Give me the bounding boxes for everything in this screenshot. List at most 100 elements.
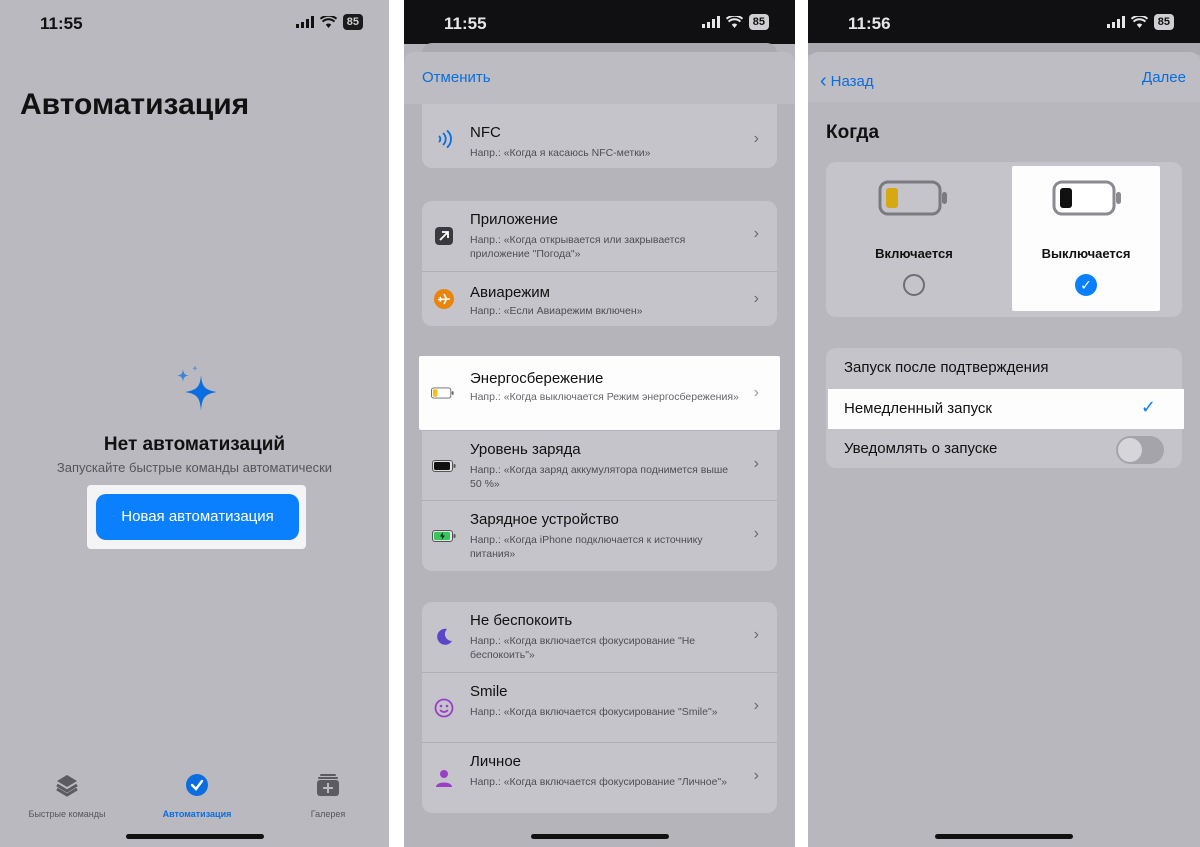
trigger-row-dnd[interactable]: Не беспокоить Напр.: «Когда включается ф… [422, 602, 777, 672]
option-label: Включается [875, 246, 953, 261]
signal-icon [701, 16, 720, 28]
trigger-title: NFC [470, 124, 501, 141]
status-bar: 11:55 85 [404, 0, 795, 44]
radio-unchecked[interactable] [903, 274, 925, 296]
trigger-title: Smile [470, 683, 508, 700]
chevron-left-icon: ‹ [820, 70, 827, 92]
tab-label: Автоматизация [162, 809, 232, 819]
chevron-right-icon: › [753, 455, 759, 472]
status-icons: 85 [295, 14, 363, 30]
radio-checked-icon[interactable]: ✓ [1075, 274, 1097, 296]
trigger-subtitle: Напр.: «Когда открывается или закрываетс… [470, 234, 686, 260]
home-indicator [530, 834, 669, 839]
chevron-right-icon: › [753, 384, 759, 401]
trigger-subtitle: Напр.: «Когда включается фокусирование "… [470, 706, 718, 718]
back-button[interactable]: ‹ Назад [820, 69, 874, 92]
airplane-icon [432, 288, 456, 310]
trigger-group-nfc: NFC Напр.: «Когда я касаюсь NFC-метки» › [422, 104, 777, 168]
trigger-subtitle: Напр.: «Если Авиарежим включен» [470, 305, 643, 317]
trigger-subtitle: Напр.: «Когда включается фокусирование "… [470, 635, 696, 661]
trigger-title: Не беспокоить [470, 612, 573, 629]
section-title: Когда [826, 122, 880, 143]
trigger-subtitle: Напр.: «Когда заряд аккумулятора подниме… [470, 464, 729, 490]
battery-level-icon [432, 455, 456, 477]
run-immediately-row[interactable]: Немедленный запуск ✓ [828, 389, 1184, 429]
nav-bar: ‹ Назад Далее [808, 52, 1200, 102]
wifi-icon [319, 16, 337, 28]
tab-label: Быстрые команды [28, 809, 106, 819]
charging-battery-icon [432, 525, 456, 547]
chevron-right-icon: › [753, 130, 759, 147]
back-label: Назад [830, 73, 874, 90]
trigger-row-app[interactable]: Приложение Напр.: «Когда открывается или… [422, 201, 777, 271]
chevron-right-icon: › [753, 525, 759, 542]
option-turns-off[interactable]: Выключается ✓ [1012, 166, 1160, 311]
chevron-right-icon: › [753, 626, 759, 643]
gallery-icon [317, 774, 339, 796]
battery-indicator: 85 [342, 14, 363, 30]
low-power-battery-icon [431, 382, 455, 404]
status-icons: 85 [701, 14, 769, 30]
trigger-row-personal[interactable]: Личное Напр.: «Когда включается фокусиро… [422, 742, 777, 812]
sheet-header: Отменить [404, 52, 795, 104]
chevron-right-icon: › [753, 767, 759, 784]
wifi-icon [1130, 16, 1148, 28]
power-state-selector: Включается Выключается ✓ [826, 162, 1182, 317]
trigger-row-charger[interactable]: Зарядное устройство Напр.: «Когда iPhone… [422, 500, 777, 570]
empty-state-subtitle: Запускайте быстрые команды автоматически [56, 460, 333, 475]
trigger-row-battery-level[interactable]: Уровень заряда Напр.: «Когда заряд аккум… [422, 430, 777, 500]
moon-icon [432, 626, 456, 648]
trigger-title: Авиарежим [470, 284, 550, 301]
run-after-confirm-row[interactable]: Запуск после подтверждения [826, 348, 1182, 388]
tab-automation[interactable]: Автоматизация [152, 772, 242, 819]
trigger-title: Уровень заряда [470, 441, 581, 458]
signal-icon [295, 16, 314, 28]
notify-toggle[interactable] [1116, 436, 1164, 464]
phone-automation-empty: 11:55 85 Автоматизация Нет автоматизаций… [0, 0, 389, 847]
page-title: Автоматизация [20, 88, 250, 121]
nfc-icon [432, 128, 456, 150]
home-indicator [935, 834, 1073, 839]
new-automation-button[interactable]: Новая автоматизация [96, 494, 299, 540]
chevron-right-icon: › [753, 290, 759, 307]
trigger-row-low-power[interactable]: Энергосбережение Напр.: «Когда выключает… [419, 356, 780, 430]
notify-row: Уведомлять о запуске [826, 429, 1182, 469]
sparkles-icon [177, 365, 217, 411]
setting-label: Уведомлять о запуске [844, 440, 998, 457]
status-bar: 11:56 85 [808, 0, 1200, 44]
status-bar: 11:55 85 [0, 0, 389, 44]
option-label: Выключается [1041, 246, 1131, 261]
battery-indicator: 85 [1153, 14, 1174, 30]
chevron-right-icon: › [753, 225, 759, 242]
signal-icon [1106, 16, 1125, 28]
setting-label: Запуск после подтверждения [844, 359, 1049, 376]
checkmark-clock-icon [186, 774, 208, 796]
empty-state-title: Нет автоматизаций [103, 434, 286, 455]
smiley-icon [432, 697, 456, 719]
tab-label: Галерея [310, 809, 346, 819]
trigger-row-nfc[interactable]: NFC Напр.: «Когда я касаюсь NFC-метки» › [422, 104, 777, 168]
tab-shortcuts[interactable]: Быстрые команды [22, 772, 112, 819]
phone-trigger-list: 11:55 85 Отменить NFC Напр.: «Когда я ка… [404, 0, 795, 847]
tab-gallery[interactable]: Галерея [283, 772, 373, 819]
cancel-button[interactable]: Отменить [422, 69, 491, 86]
status-time: 11:55 [40, 14, 83, 33]
layers-icon [56, 775, 78, 797]
app-arrow-icon [432, 225, 456, 247]
low-power-battery-icon [878, 180, 947, 216]
person-icon [432, 767, 456, 789]
battery-indicator: 85 [748, 14, 769, 30]
option-turns-on[interactable]: Включается [826, 162, 1002, 317]
phone-when-settings: 11:56 85 ‹ Назад Далее Когда Включается В… [808, 0, 1200, 847]
button-highlight: Новая автоматизация [87, 485, 306, 549]
run-settings-group: Запуск после подтверждения Немедленный з… [826, 348, 1184, 469]
next-button[interactable]: Далее [1142, 69, 1186, 86]
trigger-subtitle: Напр.: «Когда включается фокусирование "… [470, 776, 727, 788]
toggle-knob [1118, 438, 1142, 462]
trigger-group-focus: Не беспокоить Напр.: «Когда включается ф… [422, 602, 777, 813]
wifi-icon [725, 16, 743, 28]
trigger-row-airplane[interactable]: Авиарежим Напр.: «Если Авиарежим включен… [422, 271, 777, 326]
home-indicator [125, 834, 264, 839]
trigger-row-smile[interactable]: Smile Напр.: «Когда включается фокусиров… [422, 672, 777, 742]
checkmark-icon: ✓ [1140, 397, 1156, 417]
